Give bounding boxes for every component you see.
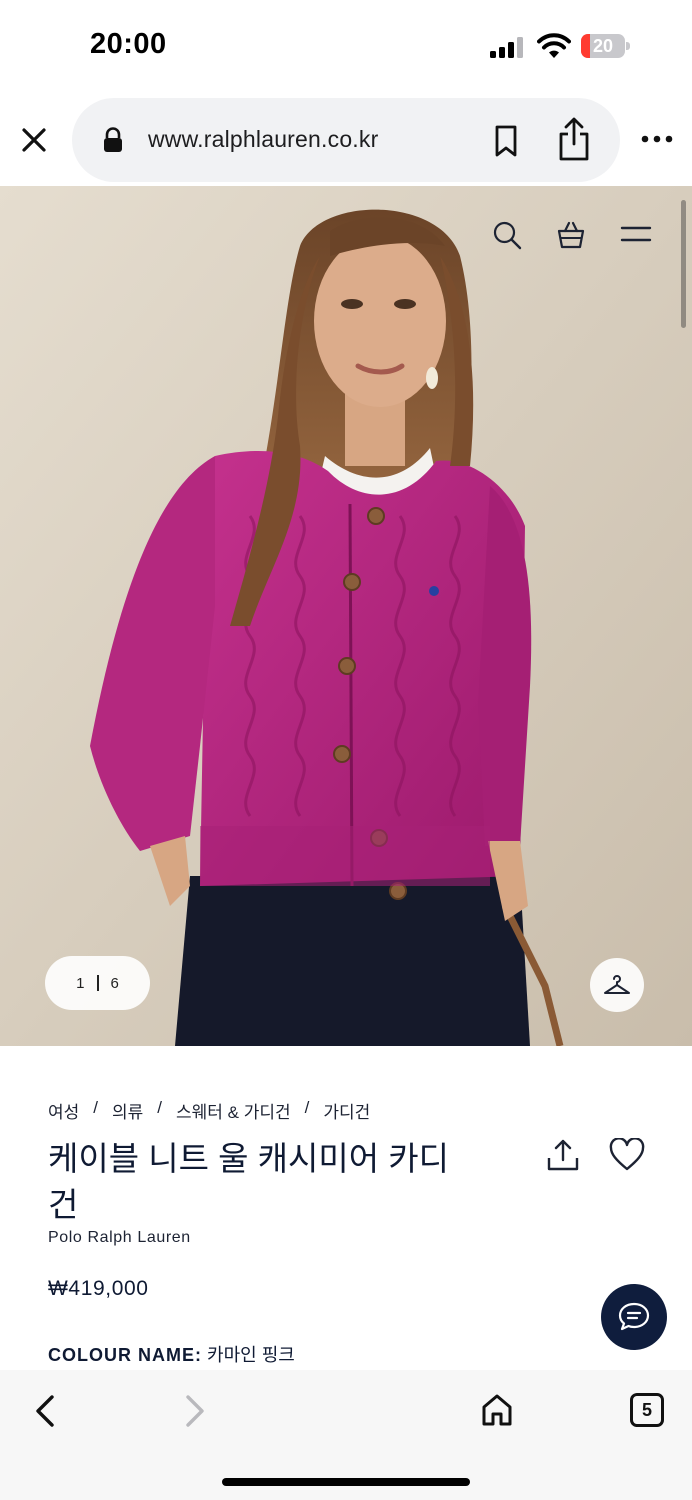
colour-label: COLOUR NAME:: [48, 1345, 202, 1365]
status-time: 20:00: [90, 28, 167, 60]
home-icon[interactable]: [480, 1392, 514, 1428]
chat-icon: [618, 1302, 650, 1331]
breadcrumb-item[interactable]: 스웨터 & 가디건: [176, 1098, 291, 1123]
battery-level: 20: [592, 36, 614, 56]
pager-total: 6: [110, 974, 119, 992]
url-text: www.ralphlauren.co.kr: [148, 126, 379, 152]
close-icon[interactable]: [16, 122, 52, 158]
breadcrumb-item[interactable]: 여성: [48, 1098, 79, 1123]
lock-icon: [104, 127, 122, 152]
breadcrumb: 여성 / 의류 / 스웨터 & 가디건 / 가디건: [48, 1098, 370, 1123]
breadcrumb-separator: /: [93, 1098, 99, 1117]
search-icon[interactable]: [492, 220, 522, 250]
wifi-icon: [537, 33, 571, 58]
breadcrumb-item[interactable]: 의류: [112, 1098, 143, 1123]
browser-address-bar: www.ralphlauren.co.kr: [0, 92, 692, 186]
share-icon[interactable]: [556, 116, 592, 162]
status-bar: 20:00 20: [0, 0, 692, 92]
hanger-icon: [604, 975, 630, 994]
more-icon[interactable]: [640, 128, 674, 150]
back-icon[interactable]: [30, 1392, 60, 1430]
forward-icon[interactable]: [180, 1392, 210, 1430]
hanger-button[interactable]: [590, 958, 644, 1012]
product-title: 케이블 니트 울 캐시미어 카디건: [48, 1140, 449, 1223]
home-indicator[interactable]: [222, 1478, 470, 1486]
breadcrumb-item[interactable]: 가디건: [323, 1098, 370, 1123]
product-photo: [0, 186, 692, 1046]
share-icon[interactable]: [546, 1138, 580, 1172]
url-field[interactable]: www.ralphlauren.co.kr: [72, 98, 620, 182]
breadcrumb-separator: /: [157, 1098, 163, 1117]
pager-separator: [96, 975, 99, 991]
colour-value: 카마인 핑크: [207, 1345, 295, 1365]
image-pager: 1 6: [45, 956, 150, 1010]
pager-current: 1: [76, 974, 85, 992]
scroll-indicator[interactable]: [681, 200, 686, 328]
battery-indicator: 20: [581, 34, 631, 58]
product-image-carousel[interactable]: 1 6: [0, 186, 692, 1046]
chat-button[interactable]: [601, 1284, 667, 1350]
brand-name: Polo Ralph Lauren: [48, 1229, 191, 1246]
signal-icon: [490, 37, 523, 58]
breadcrumb-separator: /: [304, 1098, 310, 1117]
bag-icon[interactable]: [556, 220, 586, 250]
price: ₩419,000: [48, 1277, 149, 1300]
tabs-button[interactable]: 5: [630, 1393, 664, 1427]
bookmark-icon[interactable]: [491, 124, 521, 158]
heart-icon[interactable]: [608, 1138, 646, 1172]
colour-name: COLOUR NAME: 카마인 핑크: [48, 1341, 295, 1367]
menu-icon[interactable]: [620, 224, 652, 246]
